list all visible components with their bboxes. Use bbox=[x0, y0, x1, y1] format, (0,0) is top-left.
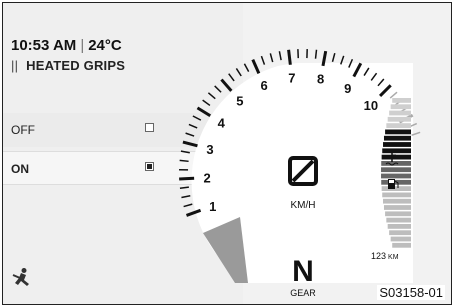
tachometer-major-tick bbox=[179, 176, 195, 181]
tachometer-minor-tick bbox=[331, 52, 336, 63]
tachometer-label: 10 bbox=[364, 98, 378, 113]
tachometer-minor-tick bbox=[228, 73, 235, 82]
figure-code: S03158-01 bbox=[377, 285, 445, 300]
tachometer-minor-tick bbox=[214, 85, 222, 93]
tachometer-label: 7 bbox=[288, 71, 295, 86]
tachometer-minor-tick bbox=[243, 63, 250, 72]
tachometer-label: 4 bbox=[218, 116, 226, 131]
range-unit: KM bbox=[388, 254, 399, 261]
tachometer-minor-tick bbox=[179, 159, 189, 163]
tachometer-label: 5 bbox=[236, 94, 243, 109]
level-bar-segment bbox=[389, 110, 411, 116]
tachometer-minor-tick bbox=[202, 99, 211, 107]
tachometer-label: 2 bbox=[203, 171, 210, 186]
tachometer-minor-tick bbox=[207, 92, 216, 100]
level-bar-segment bbox=[381, 154, 411, 160]
tachometer-major-tick bbox=[287, 49, 292, 65]
tachometer-major-tick bbox=[220, 78, 233, 92]
level-bar-segment bbox=[383, 142, 411, 147]
level-bar-segment bbox=[383, 135, 411, 141]
gear-label: GEAR bbox=[290, 288, 316, 298]
gear-indicator: N bbox=[292, 255, 314, 288]
tachometer-major-tick bbox=[182, 140, 198, 148]
tachometer-label: 1 bbox=[209, 199, 216, 214]
tachometer-minor-tick bbox=[179, 186, 189, 190]
level-bar-segment bbox=[382, 192, 411, 198]
range-value: 123 bbox=[371, 251, 386, 261]
tachometer-minor-tick bbox=[183, 203, 193, 208]
level-bar-segment bbox=[390, 104, 411, 110]
level-bar-segment bbox=[386, 123, 411, 128]
tachometer-major-tick bbox=[251, 59, 261, 74]
tachometer-major-tick bbox=[196, 106, 212, 118]
tachometer-minor-tick bbox=[235, 68, 242, 77]
speed-unit: KM/H bbox=[291, 200, 316, 211]
tachometer-minor-tick bbox=[188, 123, 198, 129]
level-bar-segment bbox=[392, 242, 411, 248]
level-bar-segment bbox=[381, 167, 411, 173]
tachometer-minor-tick bbox=[185, 132, 195, 137]
tachometer-minor-tick bbox=[181, 194, 191, 199]
tachometer-minor-tick bbox=[260, 55, 266, 65]
tachometer-minor-tick bbox=[180, 150, 190, 154]
tachometer-minor-tick bbox=[192, 115, 202, 121]
tachometer-label: 6 bbox=[261, 78, 268, 93]
level-bar-segment bbox=[386, 217, 411, 223]
tachometer-minor-tick bbox=[278, 51, 282, 61]
level-bar-segment bbox=[382, 148, 411, 154]
level-bar-segment bbox=[381, 186, 411, 191]
level-bar-segment bbox=[387, 224, 411, 229]
tachometer-minor-tick bbox=[269, 53, 274, 63]
level-bar-segment bbox=[390, 236, 411, 242]
instrument-gauge: 1234567 8910 KM/H N GEAR 123 KM bbox=[179, 49, 421, 298]
tachometer-minor-tick bbox=[314, 49, 318, 59]
level-bar-segment bbox=[389, 230, 411, 236]
tachometer-label: 9 bbox=[344, 81, 351, 96]
level-bar-segment bbox=[385, 211, 411, 217]
level-bar-segment bbox=[383, 205, 411, 210]
tachometer-label: 3 bbox=[206, 142, 213, 157]
level-bar-segment bbox=[383, 198, 411, 204]
tachometer-label: 8 bbox=[317, 72, 324, 87]
dashboard-display: 10:53 AM | 24°C || HEATED GRIPS OFF ON 1234… bbox=[2, 2, 452, 305]
level-bar-segment bbox=[392, 98, 411, 103]
level-bar-segment bbox=[381, 173, 411, 179]
level-bar-segment bbox=[387, 116, 411, 122]
level-bar-segment bbox=[385, 129, 411, 135]
